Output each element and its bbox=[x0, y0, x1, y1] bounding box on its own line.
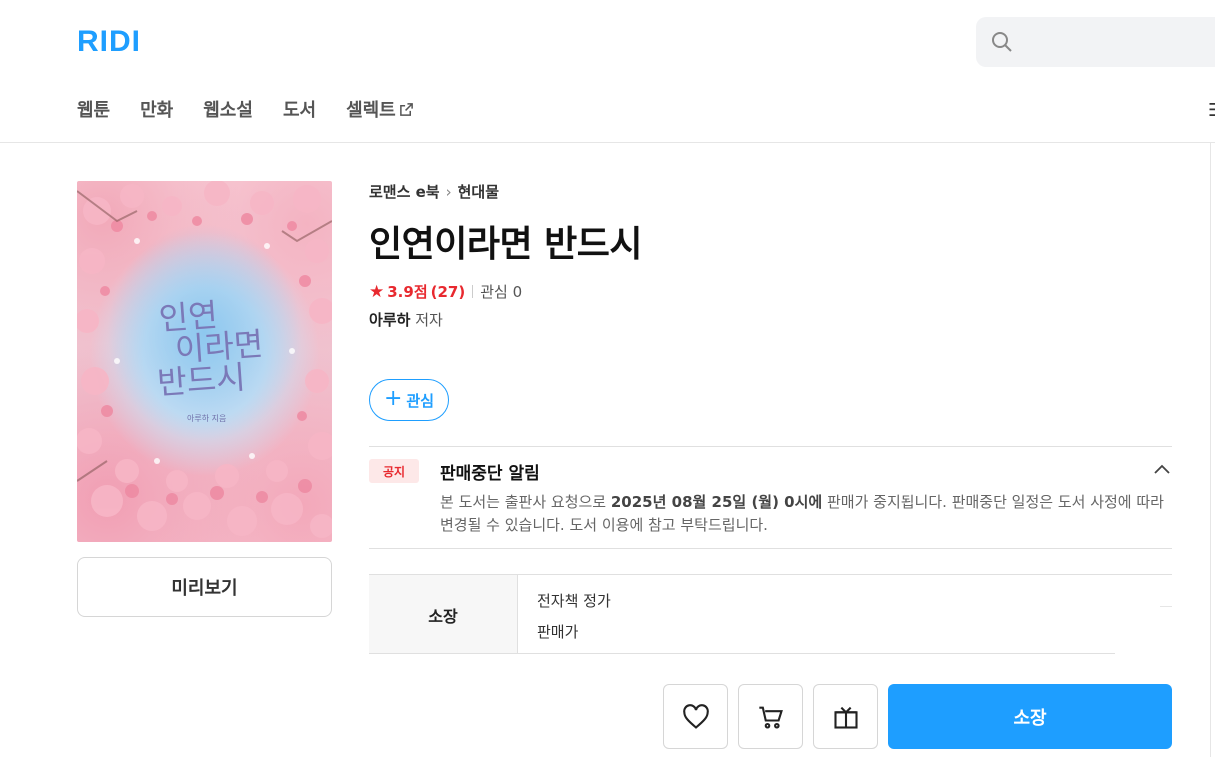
gift-button[interactable] bbox=[813, 684, 878, 749]
plus-icon: + bbox=[383, 386, 403, 411]
content-right-border bbox=[1210, 143, 1211, 757]
cart-button[interactable] bbox=[738, 684, 803, 749]
notice-divider-bottom bbox=[369, 548, 1172, 549]
rating-count[interactable]: (27) bbox=[431, 283, 466, 301]
rating-row: ★ 3.9점 (27) 관심 0 bbox=[369, 281, 522, 302]
notice-divider-top bbox=[369, 446, 1172, 447]
search-icon bbox=[992, 32, 1012, 52]
breadcrumb: 로맨스 e북 › 현대물 bbox=[369, 181, 499, 202]
nav-webnovel[interactable]: 웹소설 bbox=[203, 96, 253, 122]
price-table-tick bbox=[1160, 606, 1172, 607]
price-table-divider bbox=[369, 653, 1115, 654]
follow-label: 관심 bbox=[406, 391, 435, 410]
sale-price-label: 판매가 bbox=[537, 623, 579, 641]
chevron-right-icon: › bbox=[445, 182, 452, 201]
author-line: 아루하 저자 bbox=[369, 309, 443, 330]
breadcrumb-category[interactable]: 로맨스 e북 bbox=[369, 181, 440, 202]
notice-body: 본 도서는 출판사 요청으로 2025년 08월 25일 (월) 0시에 판매가… bbox=[440, 491, 1170, 537]
search-input[interactable] bbox=[976, 17, 1215, 67]
list-price-label: 전자책 정가 bbox=[537, 592, 611, 610]
favorite-count: 관심 0 bbox=[480, 283, 523, 301]
main-nav: 웹툰 만화 웹소설 도서 셀렉트 bbox=[77, 96, 414, 122]
nav-books[interactable]: 도서 bbox=[283, 96, 316, 122]
rating-score: 3.9점 bbox=[387, 283, 428, 301]
notice-badge: 공지 bbox=[369, 459, 419, 483]
follow-button[interactable]: + 관심 bbox=[369, 379, 449, 421]
chevron-up-icon[interactable] bbox=[1153, 463, 1171, 475]
cart-icon bbox=[758, 706, 783, 729]
preview-button[interactable]: 미리보기 bbox=[77, 557, 332, 617]
buy-button[interactable]: 소장 bbox=[888, 684, 1172, 749]
cover-author: 아루하 지음 bbox=[187, 414, 227, 423]
wishlist-button[interactable] bbox=[663, 684, 728, 749]
gift-icon bbox=[833, 706, 858, 729]
price-type-label: 소장 bbox=[369, 575, 518, 654]
notice-body-prefix: 본 도서는 출판사 요청으로 bbox=[440, 493, 611, 511]
menu-icon[interactable]: ☰ bbox=[1208, 100, 1215, 121]
price-table: 소장 전자책 정가 판매가 bbox=[369, 574, 1172, 654]
author-name[interactable]: 아루하 bbox=[369, 311, 410, 329]
notice-body-date: 2025년 08월 25일 (월) 0시에 bbox=[610, 493, 823, 511]
header-divider bbox=[0, 142, 1215, 143]
author-role: 저자 bbox=[415, 311, 443, 329]
nav-select[interactable]: 셀렉트 bbox=[346, 96, 414, 122]
breadcrumb-subcategory[interactable]: 현대물 bbox=[458, 181, 499, 202]
cover-title: 인연 이라면 반드시 bbox=[156, 295, 274, 402]
nav-select-label: 셀렉트 bbox=[346, 100, 396, 121]
rating-divider bbox=[472, 285, 474, 298]
external-link-icon bbox=[399, 102, 413, 116]
heart-icon bbox=[682, 703, 709, 729]
star-icon: ★ bbox=[369, 281, 385, 302]
ridi-logo[interactable]: RIDI bbox=[77, 25, 141, 59]
notice-title: 판매중단 알림 bbox=[440, 464, 540, 484]
book-title: 인연이라면 반드시 bbox=[369, 224, 643, 265]
book-cover[interactable]: 인연 이라면 반드시 아루하 지음 bbox=[77, 181, 332, 542]
nav-webtoon[interactable]: 웹툰 bbox=[77, 96, 110, 122]
nav-comics[interactable]: 만화 bbox=[140, 96, 173, 122]
